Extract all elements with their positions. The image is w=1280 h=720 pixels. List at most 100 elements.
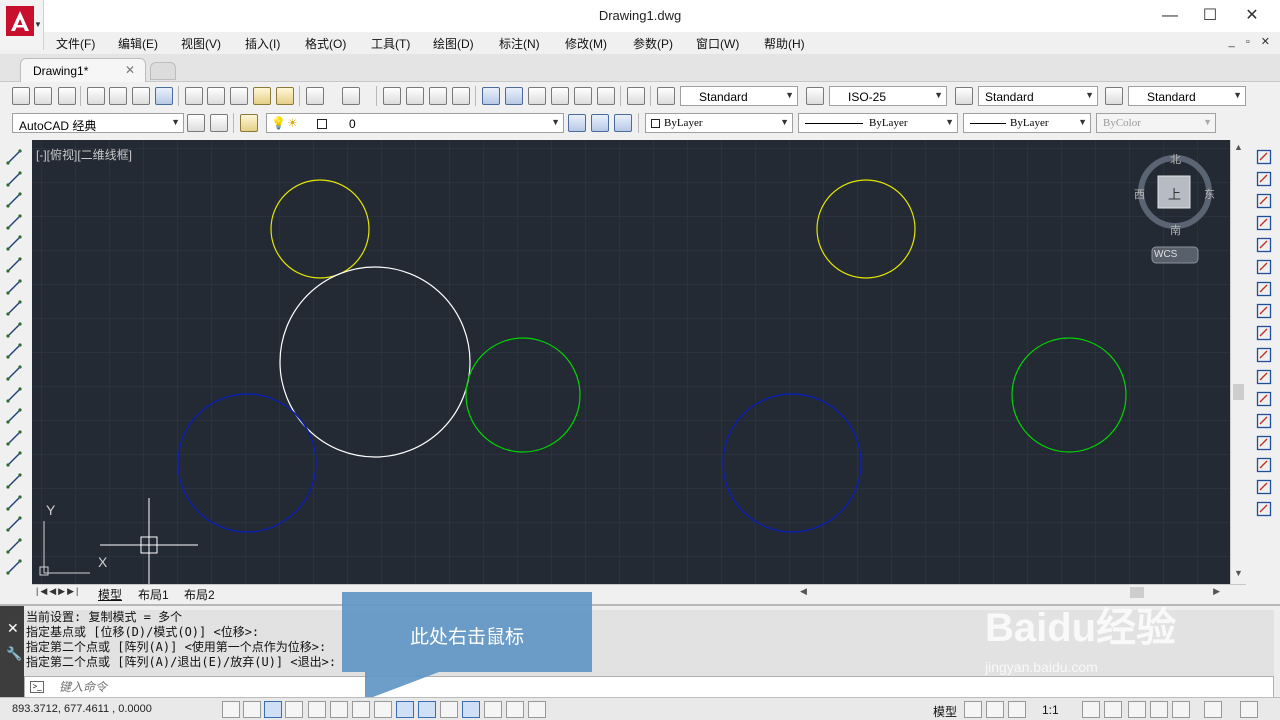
- point-icon[interactable]: [5, 429, 23, 447]
- zoom-window-icon[interactable]: [429, 87, 447, 105]
- zoom-previous-icon[interactable]: [452, 87, 470, 105]
- application-menu-button[interactable]: ▼: [0, 0, 44, 50]
- layer-select[interactable]: 💡 ☀ 0 ▼: [266, 113, 564, 133]
- annotation-visibility-icon[interactable]: [1008, 701, 1026, 718]
- copy-icon[interactable]: [207, 87, 225, 105]
- plot-preview-icon[interactable]: [109, 87, 127, 105]
- multileader-style-select[interactable]: Standard ▼: [1128, 86, 1246, 106]
- command-prompt-icon[interactable]: >_: [30, 681, 44, 693]
- dim-style-select[interactable]: ISO-25 ▼: [829, 86, 947, 106]
- construction-line-icon[interactable]: [5, 170, 23, 188]
- scale-icon[interactable]: [1255, 302, 1273, 320]
- cut-icon[interactable]: [185, 87, 203, 105]
- object-snap-icon[interactable]: [374, 701, 392, 718]
- rectangle-icon[interactable]: [5, 234, 23, 252]
- multileader-style-icon[interactable]: [1105, 87, 1123, 105]
- transparency-icon[interactable]: [462, 701, 480, 718]
- copy-icon[interactable]: [1255, 170, 1273, 188]
- table-style-icon[interactable]: [955, 87, 973, 105]
- workspace-toggle-icon[interactable]: [210, 114, 228, 132]
- hatch-icon[interactable]: [5, 450, 23, 468]
- layer-previous-icon[interactable]: [591, 114, 609, 132]
- viewcube-south[interactable]: 南: [1170, 222, 1181, 238]
- polyline-icon[interactable]: [5, 191, 23, 209]
- text-style-icon[interactable]: [657, 87, 675, 105]
- help-icon[interactable]: [627, 87, 645, 105]
- paste-icon[interactable]: [230, 87, 248, 105]
- save-icon[interactable]: [58, 87, 76, 105]
- document-window-controls[interactable]: _ ▫ ✕: [1229, 35, 1274, 48]
- menu-view[interactable]: 视图(V): [181, 35, 221, 52]
- hardware-acceleration-icon[interactable]: [1172, 701, 1190, 718]
- region-icon[interactable]: [5, 494, 23, 512]
- tool-palettes-icon[interactable]: [528, 87, 546, 105]
- coordinates-readout[interactable]: 893.3712, 677.4611 , 0.0000: [12, 703, 152, 715]
- menu-draw[interactable]: 绘图(D): [433, 35, 474, 52]
- annotation-scale[interactable]: 1:1: [1042, 703, 1059, 717]
- infer-constraints-icon[interactable]: [222, 701, 240, 718]
- table-style-select[interactable]: Standard ▼: [978, 86, 1098, 106]
- make-current-layer-icon[interactable]: [568, 114, 586, 132]
- menu-insert[interactable]: 插入(I): [245, 35, 280, 52]
- linetype-select[interactable]: ByLayer ▼: [798, 113, 958, 133]
- scroll-thumb[interactable]: [1233, 384, 1244, 400]
- close-tab-icon[interactable]: ✕: [125, 63, 135, 77]
- dynamic-input-icon[interactable]: [418, 701, 436, 718]
- wrench-icon[interactable]: 🔧: [6, 646, 22, 662]
- close-icon[interactable]: ✕: [7, 620, 19, 637]
- object-snap-tracking-icon[interactable]: [352, 701, 370, 718]
- ellipse-arc-icon[interactable]: [5, 364, 23, 382]
- ellipse-icon[interactable]: [5, 342, 23, 360]
- array-icon[interactable]: [1255, 236, 1273, 254]
- viewcube-east[interactable]: 东: [1204, 186, 1215, 202]
- plot-icon[interactable]: [87, 87, 105, 105]
- publish-icon[interactable]: [132, 87, 150, 105]
- drawing-canvas[interactable]: [-][俯视][二维线框] 北 南 西 东 上 WCS Y X: [32, 140, 1230, 584]
- lineweight-select[interactable]: ByLayer ▼: [963, 113, 1091, 133]
- tab-layout1[interactable]: 布局1: [138, 586, 169, 603]
- workspace-settings-icon[interactable]: [187, 114, 205, 132]
- pan-icon[interactable]: [383, 87, 401, 105]
- menu-modify[interactable]: 修改(M): [565, 35, 607, 52]
- snap-mode-icon[interactable]: [243, 701, 261, 718]
- block-editor-icon[interactable]: [276, 87, 294, 105]
- minimize-button[interactable]: —: [1150, 4, 1190, 28]
- break-icon[interactable]: [1255, 412, 1273, 430]
- maximize-button[interactable]: ☐: [1190, 4, 1230, 28]
- layer-properties-icon[interactable]: [240, 114, 258, 132]
- chamfer-icon[interactable]: [1255, 456, 1273, 474]
- break-at-point-icon[interactable]: [1255, 390, 1273, 408]
- dim-style-icon[interactable]: [806, 87, 824, 105]
- move-icon[interactable]: [1255, 258, 1273, 276]
- grid-display-icon[interactable]: [264, 701, 282, 718]
- lock-icon[interactable]: [1150, 701, 1168, 718]
- join-icon[interactable]: [1255, 434, 1273, 452]
- tab-layout2[interactable]: 布局2: [184, 586, 215, 603]
- model-space-toggle[interactable]: 模型: [933, 703, 957, 720]
- polygon-icon[interactable]: [5, 213, 23, 231]
- make-block-icon[interactable]: [5, 407, 23, 425]
- quickcalc-icon[interactable]: [597, 87, 615, 105]
- arc-icon[interactable]: [5, 256, 23, 274]
- insert-block-icon[interactable]: [5, 386, 23, 404]
- 3d-print-icon[interactable]: [155, 87, 173, 105]
- rotate-icon[interactable]: [1255, 280, 1273, 298]
- clean-screen-icon[interactable]: [1240, 701, 1258, 718]
- menu-parametric[interactable]: 参数(P): [633, 35, 673, 52]
- spline-icon[interactable]: [5, 321, 23, 339]
- properties-icon[interactable]: [482, 87, 500, 105]
- offset-icon[interactable]: [1255, 214, 1273, 232]
- gradient-icon[interactable]: [5, 472, 23, 490]
- fillet-icon[interactable]: [1255, 478, 1273, 496]
- line-icon[interactable]: [5, 148, 23, 166]
- workspace-switching-icon[interactable]: [1128, 701, 1146, 718]
- stretch-icon[interactable]: [1255, 324, 1273, 342]
- menu-file[interactable]: 文件(F): [56, 35, 95, 52]
- annotation-scale-icon[interactable]: [1082, 701, 1100, 718]
- table-icon[interactable]: [5, 515, 23, 533]
- new-icon[interactable]: [12, 87, 30, 105]
- trim-icon[interactable]: [1255, 346, 1273, 364]
- lineweight-icon[interactable]: [440, 701, 458, 718]
- menu-format[interactable]: 格式(O): [305, 35, 346, 52]
- menu-help[interactable]: 帮助(H): [764, 35, 805, 52]
